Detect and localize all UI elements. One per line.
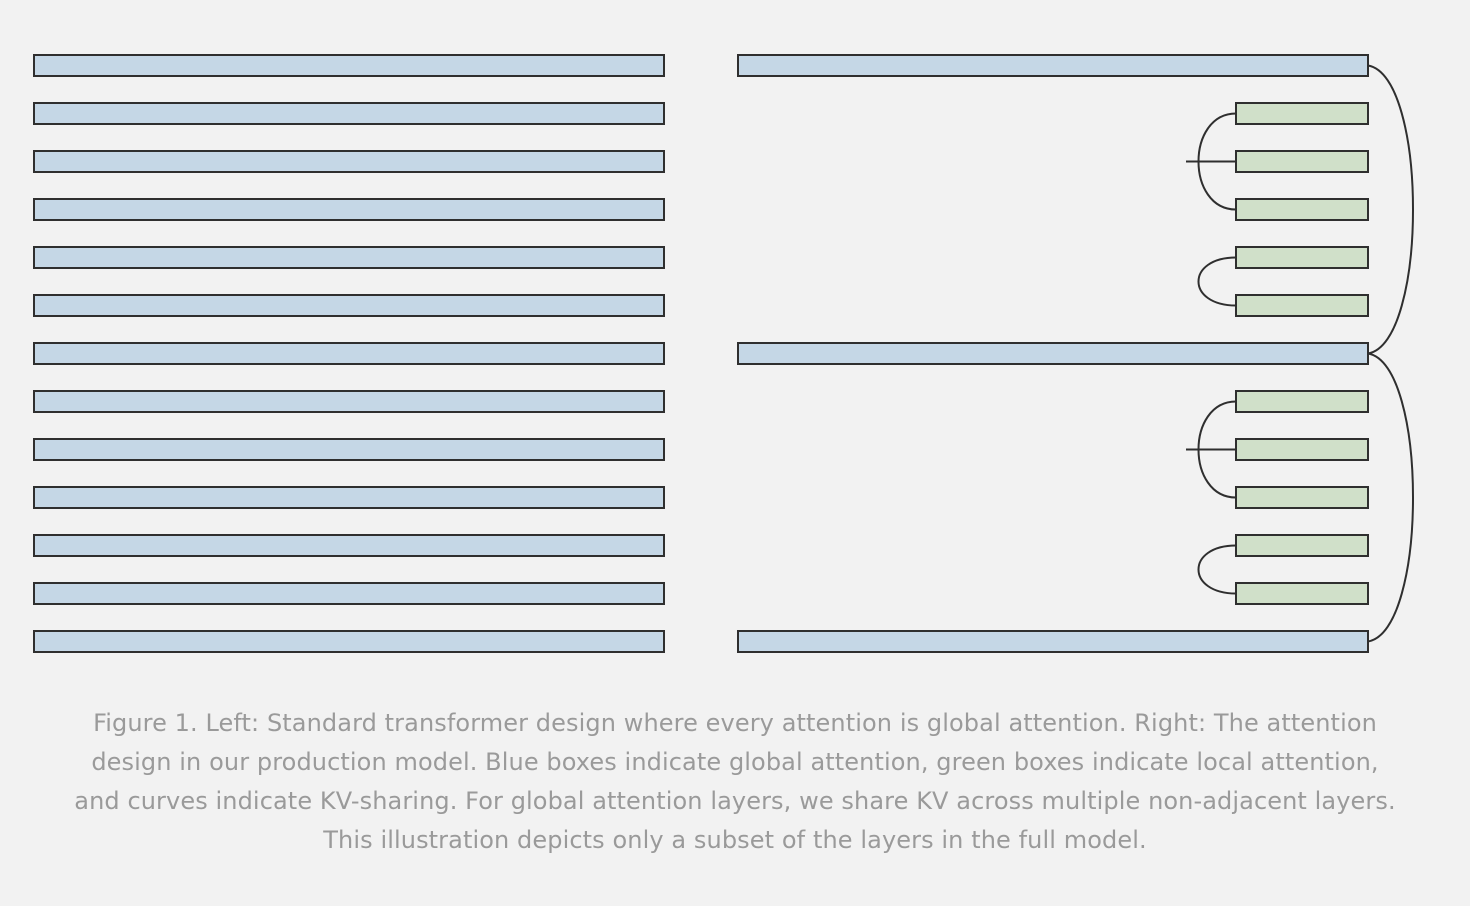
production-model-column (737, 54, 1414, 653)
global-kv-sharing-curve-2 (1367, 352, 1414, 643)
left-global-attention-layer-9 (33, 438, 665, 461)
local-kv-sharing-curve-6 (1197, 544, 1237, 595)
caption-line-3: and curves indicate KV-sharing. For glob… (74, 787, 1396, 815)
caption-line-2: design in our production model. Blue box… (91, 748, 1379, 776)
right-local-attention-layer-8 (1235, 390, 1369, 413)
left-global-attention-layer-12 (33, 582, 665, 605)
left-global-attention-layer-4 (33, 198, 665, 221)
left-global-attention-layer-7 (33, 342, 665, 365)
standard-transformer-column (33, 54, 665, 653)
right-global-attention-layer-1 (737, 54, 1369, 77)
right-local-attention-layer-4 (1235, 198, 1369, 221)
left-global-attention-layer-2 (33, 102, 665, 125)
left-global-attention-layer-1 (33, 54, 665, 77)
right-local-attention-layer-9 (1235, 438, 1369, 461)
right-local-attention-layer-3 (1235, 150, 1369, 173)
right-local-attention-layer-12 (1235, 582, 1369, 605)
kv-sharing-diagram (33, 54, 1414, 653)
right-local-attention-layer-10 (1235, 486, 1369, 509)
left-global-attention-layer-13 (33, 630, 665, 653)
right-global-attention-layer-7 (737, 342, 1369, 365)
left-global-attention-layer-10 (33, 486, 665, 509)
global-kv-sharing-curve-1 (1367, 64, 1414, 355)
left-global-attention-layer-11 (33, 534, 665, 557)
left-global-attention-layer-8 (33, 390, 665, 413)
caption-line-4: This illustration depicts only a subset … (323, 826, 1147, 854)
figure-caption: Figure 1. Left: Standard transformer des… (0, 704, 1470, 860)
left-global-attention-layer-6 (33, 294, 665, 317)
right-local-attention-layer-11 (1235, 534, 1369, 557)
local-kv-sharing-curve-4 (1197, 256, 1237, 307)
right-local-attention-layer-5 (1235, 246, 1369, 269)
left-global-attention-layer-5 (33, 246, 665, 269)
right-local-attention-layer-6 (1235, 294, 1369, 317)
right-local-attention-layer-2 (1235, 102, 1369, 125)
left-global-attention-layer-3 (33, 150, 665, 173)
caption-line-1: Figure 1. Left: Standard transformer des… (93, 709, 1377, 737)
right-global-attention-layer-13 (737, 630, 1369, 653)
